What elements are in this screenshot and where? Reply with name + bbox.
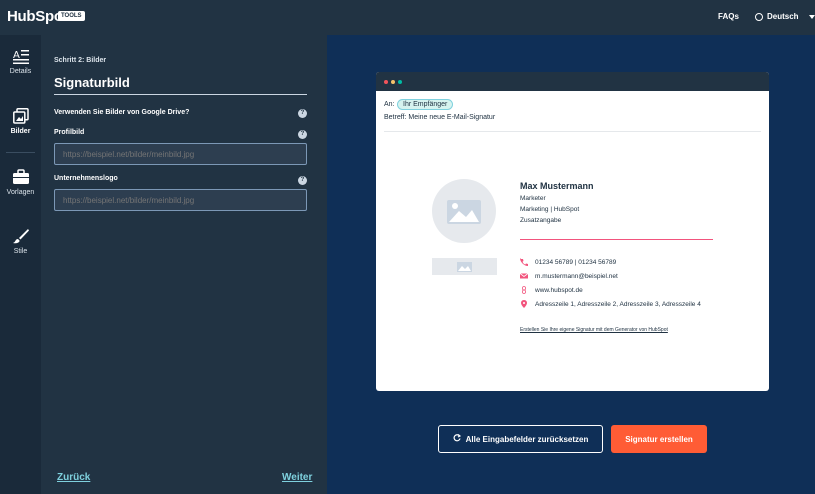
- address-text: Adresszeile 1, Adresszeile 2, Adresszeil…: [535, 300, 701, 308]
- mail-icon: [519, 272, 529, 280]
- form-panel: Schritt 2: Bilder Signaturbild Verwenden…: [41, 35, 327, 494]
- signature-address-row: Adresszeile 1, Adresszeile 2, Adresszeil…: [520, 300, 701, 308]
- create-signature-button[interactable]: Signatur erstellen: [611, 425, 707, 453]
- to-label: An:: [384, 101, 395, 108]
- sidebar-item-label: Details: [9, 68, 32, 75]
- email-text: m.mustermann@beispiel.net: [535, 272, 618, 280]
- step-label: Schritt 2: Bilder: [54, 57, 107, 64]
- window-bar: [376, 72, 769, 91]
- hubspot-credit-link[interactable]: Erstellen Sie Ihre eigene Signatur mit d…: [520, 327, 668, 333]
- reset-fields-button[interactable]: Alle Eingabefelder zurücksetzen: [438, 425, 603, 453]
- refresh-icon: [453, 434, 461, 444]
- signature-divider: [520, 239, 713, 240]
- reset-label: Alle Eingabefelder zurücksetzen: [465, 434, 589, 444]
- logo-placeholder: [432, 258, 497, 275]
- profile-image-placeholder: [432, 179, 496, 243]
- minimize-dot-icon: [391, 80, 395, 84]
- company-logo-input[interactable]: [54, 189, 307, 211]
- sidebar-item-label: Bilder: [10, 128, 31, 135]
- signature-phone-row: 01234 56789 | 01234 56789: [520, 258, 616, 266]
- subject-line: Betreff: Meine neue E-Mail-Signatur: [384, 114, 496, 121]
- sidebar-item-label: Vorlagen: [6, 189, 35, 196]
- chevron-down-icon: [808, 14, 815, 19]
- signature-name: Max Mustermann: [520, 181, 594, 191]
- sidebar-divider: [6, 152, 35, 153]
- sidebar-item-vorlagen[interactable]: Vorlagen: [0, 169, 41, 196]
- close-dot-icon: [384, 80, 388, 84]
- signature-website-row: www.hubspot.de: [520, 286, 583, 294]
- sidebar-item-bilder[interactable]: Bilder: [0, 108, 41, 135]
- maximize-dot-icon: [398, 80, 402, 84]
- header-divider: [384, 131, 761, 132]
- briefcase-icon: [12, 169, 29, 185]
- images-icon: [12, 108, 29, 124]
- link-icon: [520, 286, 529, 294]
- brush-icon: [12, 228, 29, 244]
- page-title: Signaturbild: [54, 75, 130, 90]
- details-icon: A: [12, 48, 29, 64]
- sidebar-item-stile[interactable]: Stile: [0, 228, 41, 255]
- company-logo-label: Unternehmenslogo: [54, 175, 118, 182]
- sidebar-item-details[interactable]: A Details: [0, 48, 41, 75]
- signature-email-row: m.mustermann@beispiel.net: [519, 272, 618, 280]
- top-bar: HubSpot TOOLS FAQs Deutsch: [0, 0, 815, 35]
- signature-role: Marketer: [520, 195, 546, 202]
- faq-link[interactable]: FAQs: [718, 12, 739, 21]
- next-link[interactable]: Weiter: [282, 472, 312, 483]
- language-label: Deutsch: [767, 12, 799, 21]
- phone-text: 01234 56789 | 01234 56789: [535, 258, 617, 266]
- profile-image-label: Profilbild: [54, 129, 85, 136]
- sidebar: A Details Bilder Vorlagen Stile: [0, 35, 41, 494]
- website-text: www.hubspot.de: [535, 286, 583, 294]
- google-drive-question: Verwenden Sie Bilder von Google Drive?: [54, 109, 190, 116]
- email-preview: An: Ihr Empfänger Betreff: Meine neue E-…: [376, 72, 769, 391]
- tools-tag: TOOLS: [58, 11, 85, 21]
- globe-icon: [755, 12, 763, 21]
- language-selector[interactable]: Deutsch: [755, 12, 815, 21]
- location-pin-icon: [520, 300, 529, 308]
- back-link[interactable]: Zurück: [57, 472, 90, 483]
- image-placeholder-icon: [447, 200, 481, 224]
- title-divider: [54, 94, 307, 95]
- signature-extra: Zusatzangabe: [520, 217, 562, 224]
- help-icon[interactable]: ?: [298, 130, 307, 139]
- help-icon[interactable]: ?: [298, 109, 307, 118]
- help-icon[interactable]: ?: [298, 176, 307, 185]
- sidebar-item-label: Stile: [13, 248, 28, 255]
- signature-department: Marketing | HubSpot: [520, 206, 580, 213]
- profile-image-input[interactable]: [54, 143, 307, 165]
- phone-icon: [520, 258, 529, 266]
- recipient-chip: Ihr Empfänger: [397, 99, 454, 110]
- image-placeholder-icon: [457, 262, 472, 272]
